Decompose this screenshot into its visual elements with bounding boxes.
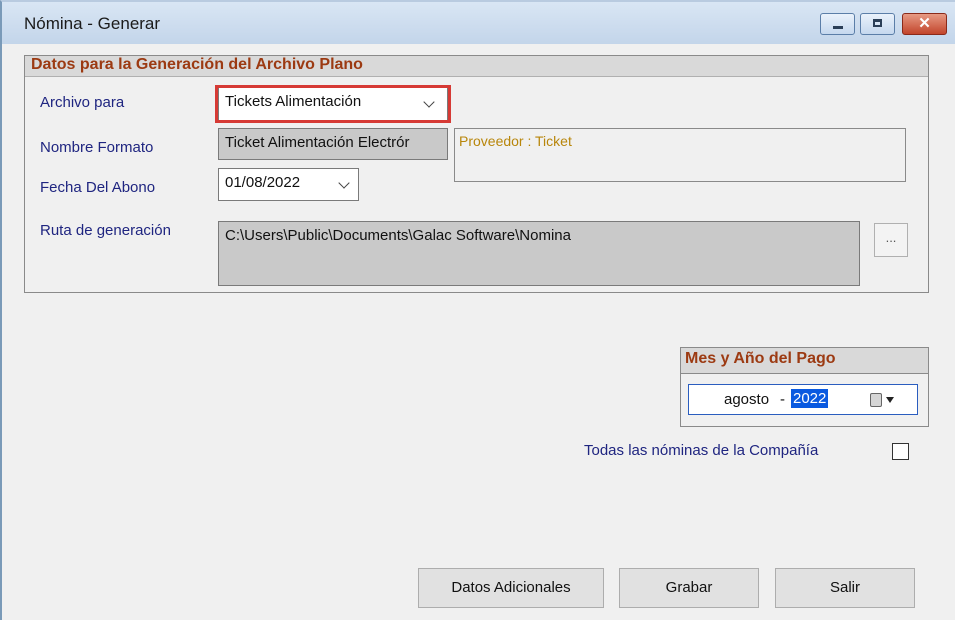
archivo-para-label: Archivo para	[40, 94, 125, 111]
close-button[interactable]: ✕	[902, 13, 947, 35]
minimize-icon	[833, 26, 843, 29]
fecha-abono-label: Fecha Del Abono	[40, 179, 156, 196]
mes-anio-year[interactable]: 2022	[791, 389, 829, 408]
todas-nominas-checkbox[interactable]	[892, 443, 909, 460]
ruta-generacion-value: C:\Users\Public\Documents\Galac Software…	[225, 227, 571, 244]
close-icon: ✕	[918, 15, 931, 32]
maximize-icon	[873, 19, 882, 27]
mes-anio-header: Mes y Año del Pago	[680, 347, 929, 373]
dropdown-arrow-icon[interactable]	[886, 397, 894, 403]
mes-anio-picker[interactable]: agosto - 2022	[688, 384, 918, 415]
ruta-generacion-label: Ruta de generación	[40, 222, 171, 239]
todas-nominas-label: Todas las nóminas de la Compañía	[584, 442, 819, 459]
window-title: Nómina - Generar	[24, 14, 161, 33]
group-header: Datos para la Generación del Archivo Pla…	[25, 56, 928, 77]
salir-button[interactable]: Salir	[775, 568, 915, 608]
grabar-button[interactable]: Grabar	[619, 568, 759, 608]
datos-adicionales-button[interactable]: Datos Adicionales	[418, 568, 604, 608]
minimize-button[interactable]	[820, 13, 855, 35]
calendar-icon[interactable]	[870, 393, 882, 407]
mes-anio-month: agosto	[724, 391, 770, 408]
chevron-down-icon	[338, 177, 350, 189]
fecha-abono-picker[interactable]: 01/08/2022	[218, 168, 359, 201]
title-bar[interactable]: Nómina - Generar ✕	[2, 2, 955, 44]
proveedor-box: Proveedor : Ticket	[454, 128, 906, 182]
archivo-para-highlight	[215, 85, 451, 123]
nombre-formato-field: Ticket Alimentación Electrór	[218, 128, 448, 160]
mes-anio-title: Mes y Año del Pago	[685, 350, 836, 367]
browse-button[interactable]: ...	[874, 223, 908, 257]
mes-anio-separator: -	[780, 391, 785, 408]
ruta-generacion-field: C:\Users\Public\Documents\Galac Software…	[218, 221, 860, 286]
nombre-formato-label: Nombre Formato	[40, 139, 154, 156]
proveedor-text: Proveedor : Ticket	[459, 133, 572, 149]
fecha-abono-value: 01/08/2022	[225, 174, 301, 191]
maximize-button[interactable]	[860, 13, 895, 35]
nombre-formato-value: Ticket Alimentación Electrór	[225, 134, 410, 151]
nomina-generar-window: Nómina - Generar ✕ Datos para la Generac…	[0, 0, 955, 620]
group-title: Datos para la Generación del Archivo Pla…	[31, 56, 363, 73]
